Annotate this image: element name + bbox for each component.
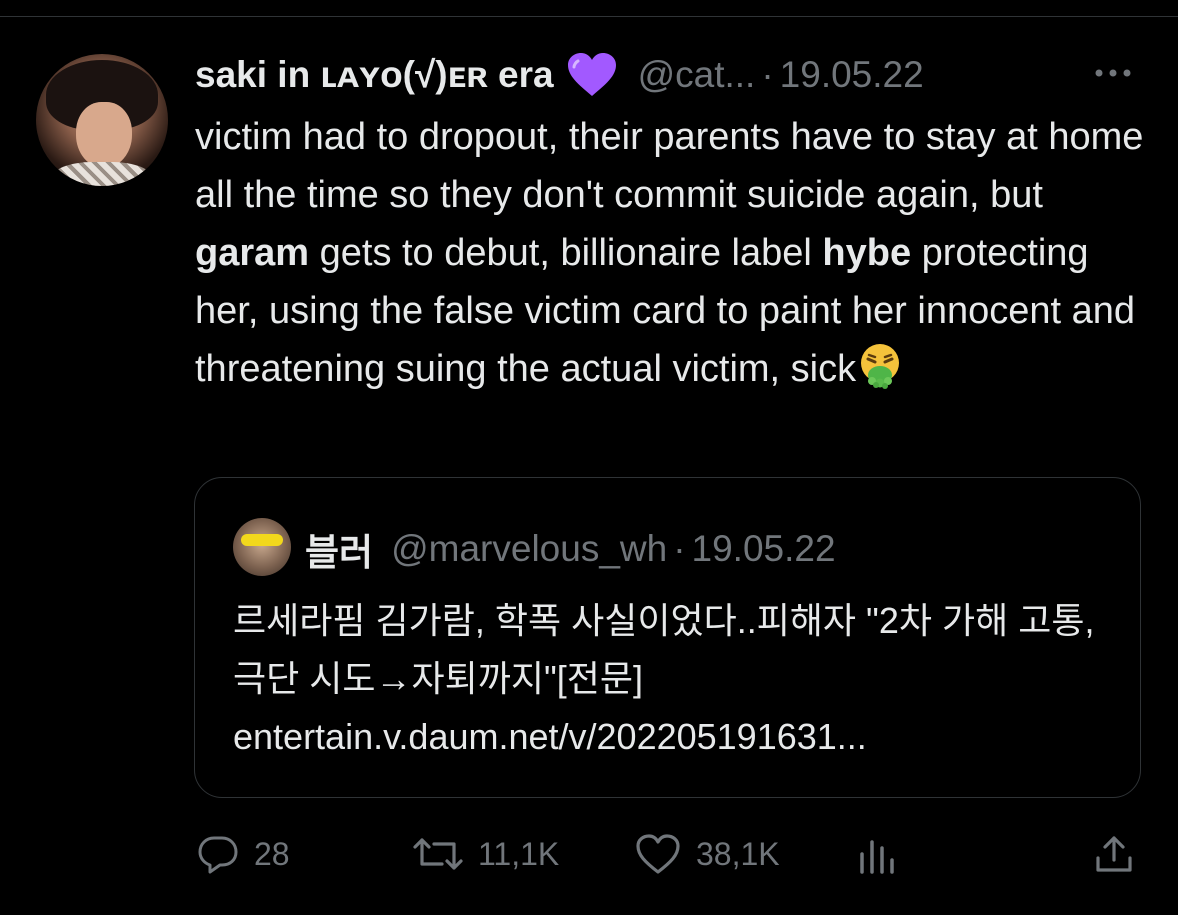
author-handle[interactable]: @cat...: [638, 54, 756, 96]
views-bar-icon: [860, 840, 894, 874]
quoted-tweet-date[interactable]: 19.05.22: [692, 528, 836, 570]
quoted-header-separator: ·: [673, 528, 686, 569]
top-divider: [0, 16, 1178, 17]
tweet-text-part-1: victim had to dropout, their parents hav…: [195, 116, 1144, 216]
purple-heart-emoji-icon: [567, 53, 616, 96]
reply-count: 28: [254, 835, 290, 872]
tweet-text-mention-garam: garam: [195, 232, 310, 274]
tweet-text-part-2: gets to debut, billionaire label: [309, 232, 823, 274]
tweet-date[interactable]: 19.05.22: [780, 54, 924, 96]
quoted-author-avatar[interactable]: [233, 518, 291, 576]
heart-outline-icon: [636, 834, 680, 874]
reply-icon: [198, 836, 238, 874]
tweet-actions-bar: 28 11,1K 38,1K: [0, 826, 1178, 882]
author-avatar[interactable]: [36, 54, 168, 186]
reply-button[interactable]: 28: [196, 826, 290, 882]
tweet-header: saki in ʟᴀʏᴏ(√)ᴇʀ era @cat... · 19.05.22: [195, 50, 1155, 100]
quoted-tweet-text: 르세라핌 김가람, 학폭 사실이었다..피해자 "2차 가해 고통, 극단 시도…: [233, 600, 1095, 757]
retweet-count: 11,1K: [478, 835, 560, 872]
vomiting-face-emoji-icon: [861, 344, 900, 389]
share-button[interactable]: [1092, 826, 1136, 882]
views-button[interactable]: [856, 826, 900, 882]
tweet-text: victim had to dropout, their parents hav…: [195, 108, 1145, 398]
header-separator: ·: [761, 54, 774, 95]
quoted-tweet-header: 블러 @marvelous_wh · 19.05.22: [305, 522, 836, 576]
tweet-text-mention-hybe: hybe: [822, 232, 912, 274]
retweet-icon: [413, 838, 463, 870]
retweet-button[interactable]: 11,1K: [412, 826, 559, 882]
author-display-name[interactable]: saki in ʟᴀʏᴏ(√)ᴇʀ era: [195, 54, 554, 96]
quoted-tweet-card[interactable]: 블러 @marvelous_wh · 19.05.22 르세라핌 김가람, 학폭…: [194, 477, 1141, 798]
quoted-author-handle[interactable]: @marvelous_wh: [391, 528, 667, 570]
more-options-icon[interactable]: [1091, 58, 1135, 88]
quoted-author-display-name[interactable]: 블러: [305, 522, 373, 576]
like-button[interactable]: 38,1K: [634, 826, 780, 882]
share-icon: [1096, 836, 1132, 872]
like-count: 38,1K: [696, 835, 780, 872]
